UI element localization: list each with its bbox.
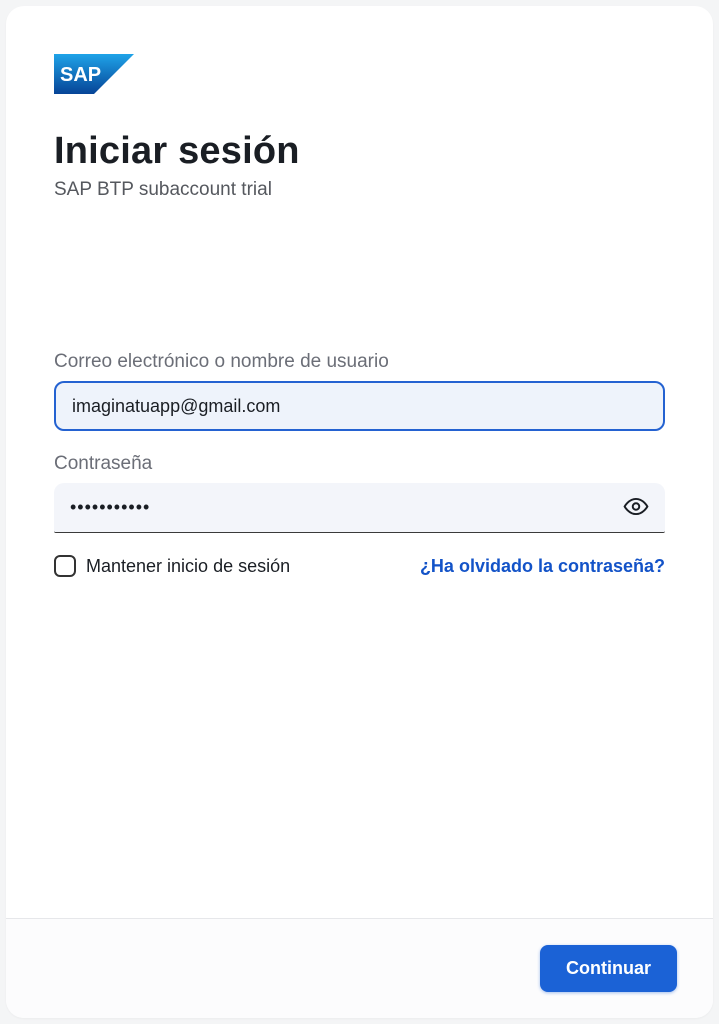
show-password-button[interactable]: [617, 488, 655, 529]
forgot-password-link[interactable]: ¿Ha olvidado la contraseña?: [420, 556, 665, 577]
options-row: Mantener inicio de sesión ¿Ha olvidado l…: [54, 555, 665, 577]
password-group: Contraseña: [54, 453, 665, 533]
password-label: Contraseña: [54, 453, 665, 475]
remember-checkbox-wrap[interactable]: Mantener inicio de sesión: [54, 555, 290, 577]
subtitle: SAP BTP subaccount trial: [54, 179, 665, 201]
continue-button[interactable]: Continuar: [540, 945, 677, 992]
remember-checkbox[interactable]: [54, 555, 76, 577]
email-group: Correo electrónico o nombre de usuario: [54, 351, 665, 431]
eye-icon: [623, 494, 649, 520]
login-content: SAP Iniciar sesión SAP BTP subaccount tr…: [6, 6, 713, 918]
remember-label: Mantener inicio de sesión: [86, 556, 290, 577]
email-label: Correo electrónico o nombre de usuario: [54, 351, 665, 373]
sap-logo-text: SAP: [60, 64, 101, 86]
sap-logo: SAP: [54, 54, 665, 94]
login-card: SAP Iniciar sesión SAP BTP subaccount tr…: [6, 6, 713, 1018]
email-input[interactable]: [54, 381, 665, 431]
page-title: Iniciar sesión: [54, 130, 665, 173]
footer: Continuar: [6, 918, 713, 1018]
password-input[interactable]: [54, 483, 665, 533]
